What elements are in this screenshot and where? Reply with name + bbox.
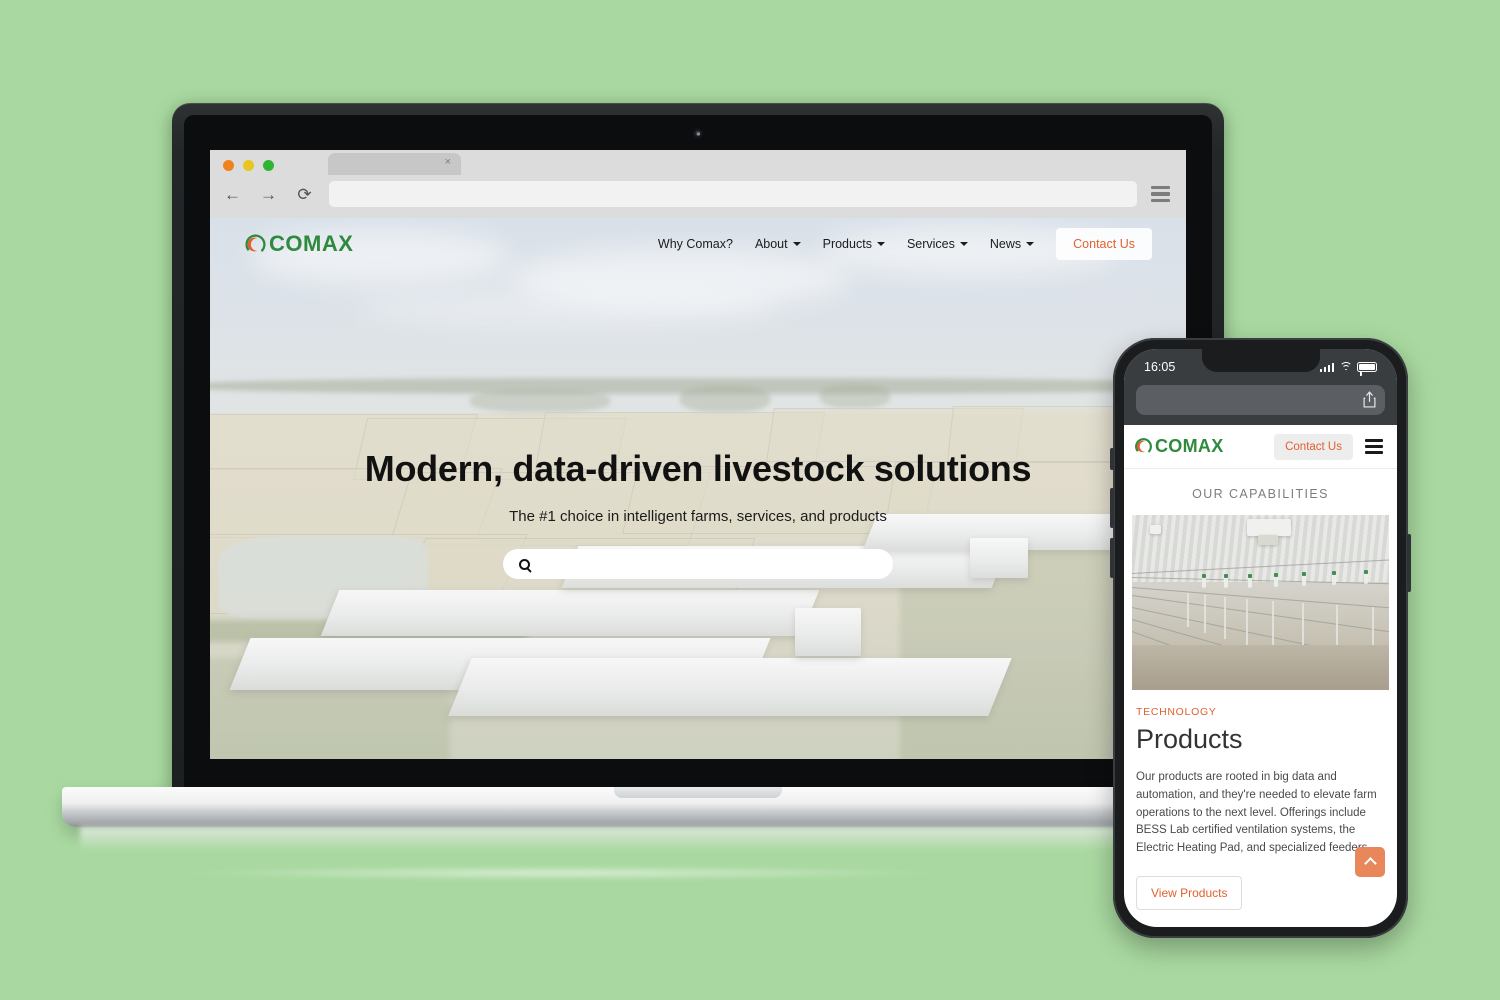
url-input[interactable] [329,181,1137,207]
laptop-mockup: × ← → ⟳ COMAX Why Comax? About Products … [172,103,1224,803]
phone-url-input[interactable] [1136,385,1385,415]
search-input[interactable] [540,557,877,571]
close-tab-icon[interactable]: × [445,157,451,168]
hero-subtitle: The #1 choice in intelligent farms, serv… [509,508,887,525]
comax-mark-icon [245,233,266,255]
site-navbar: COMAX Why Comax? About Products Services… [210,218,1186,270]
laptop-reflection [170,866,950,880]
status-indicators [1319,362,1377,372]
phone-article-title: Products [1136,724,1243,754]
phone-screen: 16:05 COMAX Contact Us OUR CAPABILITIES … [1124,349,1397,927]
scroll-to-top-button[interactable] [1355,847,1385,877]
laptop-screen: × ← → ⟳ COMAX Why Comax? About Products … [210,150,1186,759]
phone-mockup: 16:05 COMAX Contact Us OUR CAPABILITIES … [1110,338,1411,938]
nav-item-label: News [989,237,1022,251]
phone-article-tag: TECHNOLOGY [1136,706,1217,718]
nav-item-products[interactable]: Products [823,237,885,251]
site-logo[interactable]: COMAX [244,231,353,257]
chevron-up-icon [1363,857,1377,870]
phone-article: TECHNOLOGY Products Our products are roo… [1124,690,1397,911]
search-icon [519,558,530,570]
site-nav-links: Why Comax? About Products Services News … [658,228,1152,260]
browser-chrome: × ← → ⟳ [210,150,1186,218]
webcam-icon [693,129,703,138]
contact-us-button[interactable]: Contact Us [1056,228,1152,260]
laptop-base-notch [614,787,782,798]
nav-item-label: Products [822,237,872,251]
chevron-down-icon [792,242,801,246]
phone-contact-us-button[interactable]: Contact Us [1274,433,1353,460]
maximize-window-button[interactable] [263,160,274,171]
hero-title: Modern, data-driven livestock solutions [364,448,1032,489]
minimize-window-button[interactable] [243,160,254,171]
signal-icon [1319,362,1334,372]
nav-item-label: About [754,237,788,251]
hero-search-box[interactable] [503,549,893,579]
nav-item-news[interactable]: News [989,237,1035,251]
chevron-down-icon [1026,242,1035,246]
window-controls[interactable] [223,160,274,171]
view-products-button[interactable]: View Products [1136,876,1243,911]
forward-icon[interactable]: → [255,181,282,208]
nav-item-label: Services [906,237,955,251]
nav-item-why-comax[interactable]: Why Comax? [658,237,733,251]
power-button[interactable] [1407,534,1411,592]
battery-icon [1357,362,1377,372]
close-window-button[interactable] [223,160,234,171]
browser-menu-icon[interactable] [1143,185,1177,203]
site-logo-text: COMAX [269,231,354,256]
share-icon[interactable] [1363,391,1376,408]
phone-article-body: Our products are rooted in big data and … [1136,771,1377,855]
reload-icon[interactable]: ⟳ [291,181,318,208]
nav-item-about[interactable]: About [755,237,801,251]
status-time: 16:05 [1144,360,1176,374]
chevron-down-icon [959,242,968,246]
chevron-down-icon [876,242,885,246]
phone-menu-icon[interactable] [1365,439,1383,454]
phone-browser-bar [1124,385,1397,425]
browser-tab[interactable]: × [328,153,461,175]
hero-content: Modern, data-driven livestock solutions … [210,448,1186,579]
hero-section: COMAX Why Comax? About Products Services… [210,218,1186,759]
back-icon[interactable]: ← [219,181,246,208]
phone-notch [1201,349,1320,372]
wifi-icon [1339,362,1352,372]
nav-item-services[interactable]: Services [907,237,968,251]
nav-item-label: Why Comax? [657,237,733,251]
